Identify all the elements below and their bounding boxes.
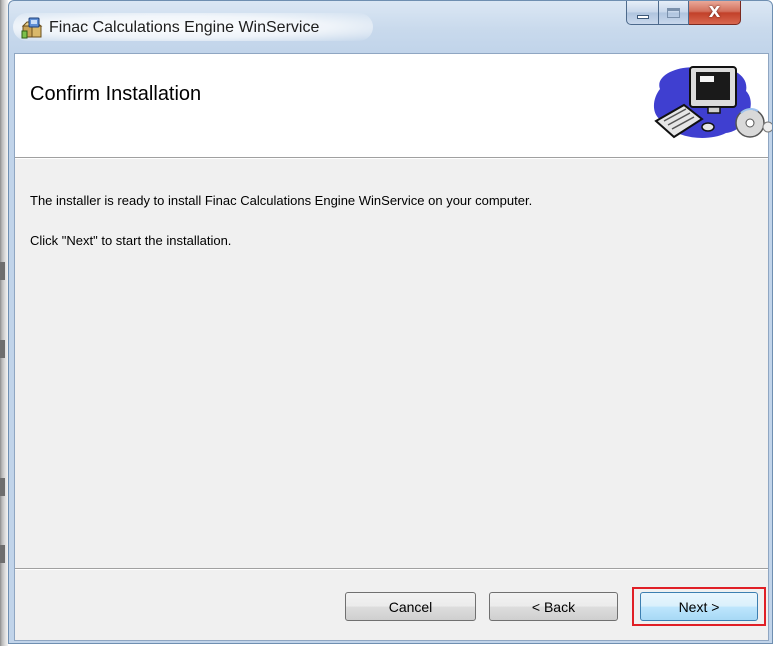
background-window-edge bbox=[0, 0, 8, 646]
installer-package-icon[interactable] bbox=[21, 17, 43, 39]
background-edge-mark bbox=[0, 545, 5, 563]
maximize-icon bbox=[667, 7, 680, 18]
close-button[interactable]: X bbox=[689, 1, 741, 25]
minimize-button[interactable] bbox=[626, 1, 659, 25]
installer-window: Finac Calculations Engine WinService X C… bbox=[8, 0, 773, 644]
title-bar[interactable]: Finac Calculations Engine WinService X bbox=[9, 1, 772, 53]
background-edge-mark bbox=[0, 340, 5, 358]
background-edge-mark bbox=[0, 478, 5, 496]
instruction-message: Click "Next" to start the installation. bbox=[30, 233, 232, 248]
page-title: Confirm Installation bbox=[30, 83, 202, 105]
header-banner: Confirm Installation bbox=[15, 54, 772, 157]
footer-divider bbox=[15, 568, 768, 570]
close-icon: X bbox=[708, 3, 721, 21]
caption-buttons: X bbox=[626, 1, 741, 25]
background-edge-mark bbox=[0, 262, 5, 280]
window-title: Finac Calculations Engine WinService bbox=[49, 19, 320, 36]
header-divider bbox=[15, 157, 768, 159]
minimize-icon bbox=[636, 14, 649, 19]
ready-message: The installer is ready to install Finac … bbox=[30, 193, 533, 208]
back-button[interactable]: < Back bbox=[489, 592, 618, 621]
maximize-button[interactable] bbox=[659, 1, 689, 25]
next-button[interactable]: Next > bbox=[640, 592, 758, 621]
dialog-client-area: Confirm Installation The installer is re… bbox=[14, 53, 772, 641]
computer-setup-icon bbox=[646, 61, 772, 143]
cancel-button[interactable]: Cancel bbox=[345, 592, 476, 621]
